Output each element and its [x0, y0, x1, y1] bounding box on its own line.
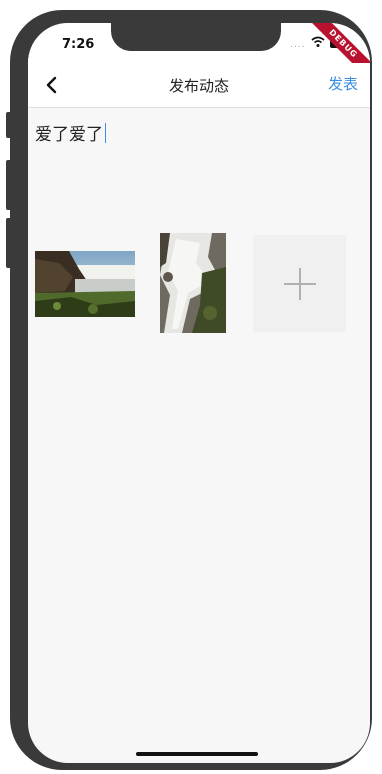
publish-button[interactable]: 发表 — [328, 73, 358, 94]
photo-thumbnail-1[interactable] — [35, 251, 135, 317]
photo-thumbnail-2[interactable] — [160, 233, 226, 333]
navigation-bar: 发布动态 发表 — [28, 63, 370, 108]
plus-icon-vertical — [299, 268, 301, 300]
waterfall-landscape-photo — [35, 251, 135, 317]
app-stage: 7:26 .... DEBUG 发布动态 发表 爱了爱了 — [0, 0, 382, 774]
status-bar: 7:26 .... DEBUG — [28, 23, 370, 88]
compose-text-field[interactable]: 爱了爱了 — [35, 120, 106, 145]
wifi-icon — [311, 36, 325, 47]
add-photo-button[interactable] — [253, 235, 346, 332]
page-title: 发布动态 — [168, 77, 229, 95]
notch — [111, 23, 281, 51]
waterfall-closeup-photo — [160, 233, 226, 333]
phone-screen: 7:26 .... DEBUG 发布动态 发表 爱了爱了 — [28, 23, 370, 763]
home-indicator — [136, 752, 258, 756]
compose-text-value: 爱了爱了 — [35, 125, 103, 145]
status-time: 7:26 — [62, 37, 95, 52]
signal-icon: .... — [290, 40, 306, 50]
text-caret — [105, 122, 106, 143]
